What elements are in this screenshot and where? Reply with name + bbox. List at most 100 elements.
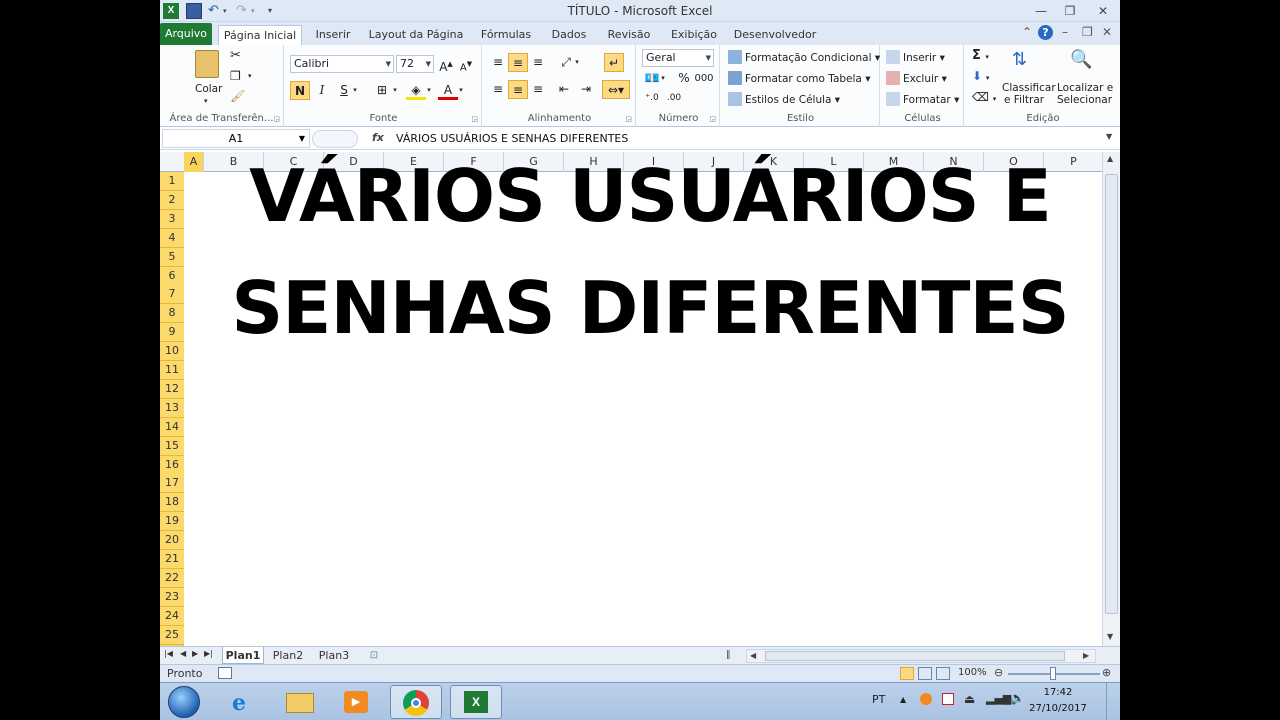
italic-button[interactable]: I bbox=[312, 81, 332, 100]
chrome-icon[interactable] bbox=[390, 685, 442, 719]
increase-decimal-icon[interactable]: ⁺.0 bbox=[642, 89, 662, 108]
percent-button[interactable]: % bbox=[674, 69, 694, 88]
align-top-icon[interactable]: ≡ bbox=[488, 53, 508, 72]
row-header-18[interactable]: 18 bbox=[160, 493, 184, 513]
row-header-7[interactable]: 7 bbox=[160, 285, 184, 305]
clipboard-launcher-icon[interactable]: ◲ bbox=[273, 115, 280, 123]
fill-icon[interactable]: ⬇ ▾ bbox=[972, 69, 989, 83]
paste-icon[interactable] bbox=[195, 50, 219, 78]
row-header-23[interactable]: 23 bbox=[160, 587, 184, 607]
restore-button[interactable]: ❐ bbox=[1057, 2, 1083, 20]
insert-sheet-icon[interactable]: ⊡ bbox=[360, 647, 388, 664]
format-as-table-button[interactable]: Formatar como Tabela ▾ bbox=[728, 71, 870, 85]
fill-color-dropdown-icon[interactable]: ▾ bbox=[424, 81, 434, 100]
row-header-19[interactable]: 19 bbox=[160, 512, 184, 532]
page-layout-view-icon[interactable] bbox=[918, 667, 932, 680]
align-left-icon[interactable]: ≡ bbox=[488, 80, 508, 99]
minimize-button[interactable]: — bbox=[1028, 2, 1054, 20]
increase-indent-icon[interactable]: ⇥ bbox=[576, 80, 596, 99]
shrink-font-icon[interactable]: A▼ bbox=[456, 55, 476, 74]
tab-file[interactable]: Arquivo bbox=[160, 23, 212, 45]
grow-font-icon[interactable]: A▲ bbox=[436, 55, 456, 74]
internet-explorer-icon[interactable]: e bbox=[218, 685, 270, 719]
row-header-9[interactable]: 9 bbox=[160, 323, 184, 343]
zoom-level[interactable]: 100% bbox=[958, 667, 987, 678]
row-header-16[interactable]: 16 bbox=[160, 455, 184, 475]
vertical-scroll-thumb[interactable] bbox=[1105, 174, 1118, 614]
align-right-icon[interactable]: ≡ bbox=[528, 80, 548, 99]
copy-icon[interactable]: ❐ bbox=[230, 69, 241, 83]
autosum-button[interactable]: Σ ▾ bbox=[972, 48, 989, 63]
find-select-label-1[interactable]: Localizar e bbox=[1057, 82, 1113, 94]
row-header-2[interactable]: 2 bbox=[160, 190, 184, 210]
row-header-5[interactable]: 5 bbox=[160, 247, 184, 267]
row-header-1[interactable]: 1 bbox=[160, 172, 184, 191]
tray-volume-icon[interactable]: 🔈 bbox=[1010, 691, 1025, 705]
font-size-combo[interactable]: 72 ▼ bbox=[396, 55, 434, 73]
sort-filter-label-2[interactable]: e Filtrar bbox=[1004, 94, 1044, 106]
sheet-tab-plan3[interactable]: Plan3 bbox=[312, 647, 356, 664]
horizontal-scroll-thumb[interactable] bbox=[765, 651, 1065, 661]
row-header-22[interactable]: 22 bbox=[160, 568, 184, 588]
first-sheet-icon[interactable]: |◀ bbox=[164, 649, 173, 658]
show-hidden-icons-icon[interactable]: ▲ bbox=[900, 695, 906, 704]
tab-split-handle[interactable]: ‖ bbox=[726, 650, 731, 660]
underline-dropdown-icon[interactable]: ▾ bbox=[350, 81, 360, 100]
scroll-down-icon[interactable]: ▼ bbox=[1107, 632, 1113, 641]
row-header-24[interactable]: 24 bbox=[160, 606, 184, 626]
number-launcher-icon[interactable]: ◲ bbox=[709, 115, 716, 123]
next-sheet-icon[interactable]: ▶ bbox=[192, 649, 198, 658]
row-header-15[interactable]: 15 bbox=[160, 436, 184, 456]
font-color-icon[interactable]: A bbox=[438, 81, 458, 100]
row-header-11[interactable]: 11 bbox=[160, 361, 184, 380]
tab-developer[interactable]: Desenvolvedor bbox=[732, 25, 818, 45]
decrease-indent-icon[interactable]: ⇤ bbox=[554, 80, 574, 99]
cell-styles-button[interactable]: Estilos de Célula ▾ bbox=[728, 92, 840, 106]
row-header-4[interactable]: 4 bbox=[160, 228, 184, 248]
clock-date[interactable]: 27/10/2017 bbox=[1028, 703, 1088, 714]
start-button-icon[interactable] bbox=[168, 686, 200, 718]
format-painter-icon[interactable]: 🖌 bbox=[230, 89, 245, 103]
scroll-right-icon[interactable]: ▶ bbox=[1083, 651, 1089, 660]
tray-usb-icon[interactable]: ⏏ bbox=[964, 692, 975, 706]
tray-avast-icon[interactable] bbox=[920, 693, 932, 705]
macro-record-icon[interactable] bbox=[218, 667, 232, 679]
align-center-icon[interactable]: ≡ bbox=[508, 80, 528, 99]
clear-icon[interactable]: ⌫ ▾ bbox=[972, 90, 996, 104]
delete-cells-button[interactable]: Excluir ▾ bbox=[886, 71, 947, 85]
zoom-out-icon[interactable]: ⊖ bbox=[994, 666, 1003, 679]
prev-sheet-icon[interactable]: ◀ bbox=[180, 649, 186, 658]
paste-dropdown-icon[interactable]: ▾ bbox=[204, 97, 208, 105]
tray-security-icon[interactable] bbox=[942, 693, 954, 705]
thousands-button[interactable]: 000 bbox=[694, 69, 714, 88]
vertical-scrollbar[interactable]: ▲ ▼ bbox=[1102, 152, 1120, 646]
minimize-ribbon-icon[interactable]: ⌃ bbox=[1022, 25, 1032, 39]
row-header-14[interactable]: 14 bbox=[160, 417, 184, 437]
tab-view[interactable]: Exibição bbox=[666, 25, 722, 45]
row-header-8[interactable]: 8 bbox=[160, 304, 184, 324]
sort-filter-label-1[interactable]: Classificar bbox=[1002, 82, 1056, 94]
merge-center-icon[interactable]: ⇔▾ bbox=[602, 80, 630, 99]
horizontal-scrollbar[interactable]: ◀ ▶ bbox=[746, 649, 1096, 663]
cut-icon[interactable]: ✂ bbox=[230, 48, 241, 63]
workbook-restore-icon[interactable]: ❐ bbox=[1082, 25, 1093, 39]
tab-data[interactable]: Dados bbox=[546, 25, 592, 45]
language-indicator[interactable]: PT bbox=[872, 693, 885, 706]
row-header-25[interactable]: 25 bbox=[160, 625, 184, 645]
sheet-tab-plan1[interactable]: Plan1 bbox=[222, 647, 264, 664]
row-header-10[interactable]: 10 bbox=[160, 342, 184, 362]
help-icon[interactable]: ? bbox=[1038, 25, 1053, 40]
row-header-3[interactable]: 3 bbox=[160, 209, 184, 229]
bold-button[interactable]: N bbox=[290, 81, 310, 100]
font-launcher-icon[interactable]: ◲ bbox=[471, 115, 478, 123]
tray-network-icon[interactable]: ▂▄▆ bbox=[986, 692, 1011, 705]
sheet-tab-plan2[interactable]: Plan2 bbox=[266, 647, 310, 664]
number-format-combo[interactable]: Geral ▼ bbox=[642, 49, 714, 67]
decrease-decimal-icon[interactable]: .00 bbox=[664, 89, 684, 108]
conditional-formatting-button[interactable]: Formatação Condicional ▾ bbox=[728, 50, 880, 64]
font-name-combo[interactable]: Calibri ▼ bbox=[290, 55, 394, 73]
clock-time[interactable]: 17:42 bbox=[1028, 687, 1088, 698]
workbook-close-icon[interactable]: ✕ bbox=[1102, 25, 1112, 39]
tab-home[interactable]: Página Inicial bbox=[218, 25, 302, 46]
row-header-20[interactable]: 20 bbox=[160, 531, 184, 551]
